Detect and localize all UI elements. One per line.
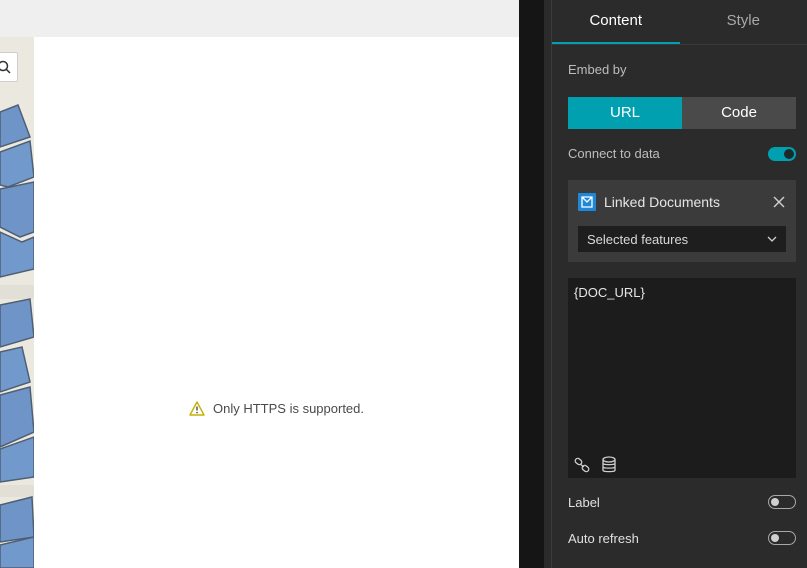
database-icon bbox=[602, 456, 616, 473]
url-input[interactable]: {DOC_URL} bbox=[568, 278, 796, 478]
map-preview[interactable] bbox=[0, 37, 34, 568]
insert-link-button[interactable] bbox=[573, 456, 591, 474]
linked-data-title: Linked Documents bbox=[604, 194, 720, 210]
dropdown-value: Selected features bbox=[587, 231, 689, 247]
embed-by-segmented-control: URL Code bbox=[568, 97, 796, 129]
linked-data-header: Linked Documents bbox=[578, 192, 786, 212]
canvas-top-bar bbox=[0, 0, 519, 37]
search-icon bbox=[0, 60, 11, 74]
embed-code-button[interactable]: Code bbox=[682, 97, 796, 129]
tab-content[interactable]: Content bbox=[552, 0, 680, 44]
map-search-button[interactable] bbox=[0, 52, 18, 82]
warning-icon bbox=[189, 401, 205, 416]
url-input-value: {DOC_URL} bbox=[574, 285, 645, 300]
panel-tabs: Content Style bbox=[552, 0, 807, 45]
embed-content-area: Only HTTPS is supported. bbox=[34, 37, 519, 568]
canvas-edge bbox=[519, 0, 544, 568]
link-icon bbox=[574, 457, 590, 473]
chevron-down-icon bbox=[767, 236, 777, 242]
embed-url-button[interactable]: URL bbox=[568, 97, 682, 129]
label-setting-label: Label bbox=[568, 495, 600, 510]
panel-resize-handle[interactable] bbox=[544, 0, 552, 568]
warning-text: Only HTTPS is supported. bbox=[213, 401, 364, 416]
linked-data-card: Linked Documents Selected features bbox=[568, 180, 796, 262]
tab-style[interactable]: Style bbox=[680, 0, 807, 44]
close-icon[interactable] bbox=[772, 195, 786, 209]
url-input-tools bbox=[573, 456, 617, 474]
feature-selection-dropdown[interactable]: Selected features bbox=[578, 226, 786, 252]
auto-refresh-toggle[interactable] bbox=[768, 531, 796, 545]
auto-refresh-label: Auto refresh bbox=[568, 531, 639, 546]
https-warning: Only HTTPS is supported. bbox=[34, 401, 519, 416]
connect-to-data-label: Connect to data bbox=[568, 146, 660, 161]
map-parcels bbox=[0, 37, 34, 568]
layer-icon bbox=[578, 193, 596, 211]
insert-field-button[interactable] bbox=[601, 456, 617, 474]
connect-to-data-toggle[interactable] bbox=[768, 147, 796, 161]
embed-by-label: Embed by bbox=[568, 62, 627, 77]
settings-panel: Content Style Embed by URL Code Connect … bbox=[552, 0, 807, 568]
label-toggle[interactable] bbox=[768, 495, 796, 509]
